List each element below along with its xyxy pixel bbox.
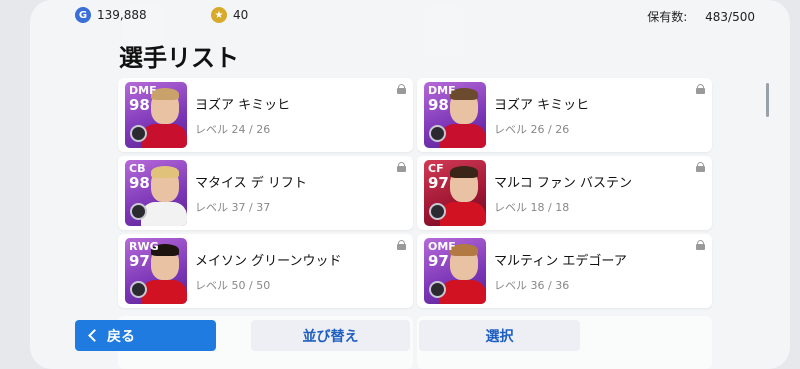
ball-badge-icon <box>130 203 147 220</box>
player-rating: 98 <box>428 96 449 114</box>
player-card-thumbnail: DMF 98 <box>125 82 187 148</box>
star-coin-icon: ★ <box>211 7 227 23</box>
player-name: メイソン グリーンウッド <box>195 254 342 269</box>
player-rating: 98 <box>129 174 150 192</box>
player-name: マルティン エデゴーア <box>494 254 627 269</box>
player-card-thumbnail: DMF 98 <box>424 82 486 148</box>
player-position: DMF <box>428 84 456 97</box>
select-button-label: 選択 <box>485 328 514 345</box>
player-kit <box>141 280 187 304</box>
player-rating: 97 <box>428 252 449 270</box>
player-level: レベル 37 / 37 <box>195 201 271 214</box>
owned-label: 保有数: <box>647 10 688 24</box>
lock-icon[interactable] <box>696 162 705 172</box>
gp-icon: G <box>75 7 91 23</box>
player-hair <box>151 166 179 178</box>
player-level: レベル 36 / 36 <box>494 279 570 292</box>
lock-icon[interactable] <box>696 240 705 250</box>
lock-icon[interactable] <box>397 84 406 94</box>
player-hair <box>450 166 478 178</box>
back-button[interactable]: 戻る <box>75 320 216 351</box>
player-position: CF <box>428 162 444 175</box>
coin-amount: 40 <box>233 8 249 22</box>
player-kit <box>141 202 187 226</box>
ball-badge-icon <box>130 125 147 142</box>
coin-currency: ★ 40 <box>211 7 248 23</box>
lock-icon[interactable] <box>397 162 406 172</box>
sort-button[interactable]: 並び替え <box>251 320 410 351</box>
player-card[interactable]: CF 97 マルコ ファン バステン レベル 18 / 18 <box>417 156 712 230</box>
player-card-thumbnail: CF 97 <box>424 160 486 226</box>
player-name: ヨズア キミッヒ <box>494 98 590 113</box>
player-position: OMF <box>428 240 456 253</box>
player-position: CB <box>129 162 146 175</box>
player-card-thumbnail: CB 98 <box>125 160 187 226</box>
player-card-thumbnail: RWG 97 <box>125 238 187 304</box>
player-card[interactable]: CB 98 マタイス デ リフト レベル 37 / 37 <box>118 156 413 230</box>
select-button[interactable]: 選択 <box>419 320 580 351</box>
player-kit <box>440 124 486 148</box>
player-card[interactable]: OMF 97 マルティン エデゴーア レベル 36 / 36 <box>417 234 712 308</box>
lock-icon[interactable] <box>397 240 406 250</box>
player-card[interactable]: RWG 97 メイソン グリーンウッド レベル 50 / 50 <box>118 234 413 308</box>
player-level: レベル 24 / 26 <box>195 123 271 136</box>
player-name: ヨズア キミッヒ <box>195 98 291 113</box>
player-position: RWG <box>129 240 159 253</box>
scrollbar[interactable] <box>766 83 769 117</box>
player-position: DMF <box>129 84 157 97</box>
sort-button-label: 並び替え <box>302 328 359 345</box>
player-card[interactable]: DMF 98 ヨズア キミッヒ レベル 26 / 26 <box>417 78 712 152</box>
ball-badge-icon <box>130 281 147 298</box>
gp-amount: 139,888 <box>97 8 147 22</box>
ball-badge-icon <box>429 203 446 220</box>
player-name: マルコ ファン バステン <box>494 176 633 191</box>
page-title: 選手リスト <box>119 44 239 72</box>
player-rating: 97 <box>428 174 449 192</box>
player-card[interactable]: DMF 98 ヨズア キミッヒ レベル 24 / 26 <box>118 78 413 152</box>
top-status-bar: G 139,888 ★ 40 保有数: 483/500 <box>0 0 800 32</box>
back-button-label: 戻る <box>107 328 135 345</box>
player-rating: 98 <box>129 96 150 114</box>
player-level: レベル 50 / 50 <box>195 279 271 292</box>
owned-value: 483/500 <box>705 10 755 24</box>
player-kit <box>141 124 187 148</box>
chevron-left-icon <box>88 329 101 342</box>
player-kit <box>440 202 486 226</box>
player-card-thumbnail: OMF 97 <box>424 238 486 304</box>
owned-count: 保有数: 483/500 <box>647 8 755 25</box>
player-level: レベル 26 / 26 <box>494 123 570 136</box>
player-level: レベル 18 / 18 <box>494 201 570 214</box>
ball-badge-icon <box>429 125 446 142</box>
player-name: マタイス デ リフト <box>195 176 307 191</box>
gp-currency: G 139,888 <box>75 7 147 23</box>
lock-icon[interactable] <box>696 84 705 94</box>
player-rating: 97 <box>129 252 150 270</box>
footer-bar: 戻る 並び替え 選択 <box>0 320 800 352</box>
player-kit <box>440 280 486 304</box>
ball-badge-icon <box>429 281 446 298</box>
